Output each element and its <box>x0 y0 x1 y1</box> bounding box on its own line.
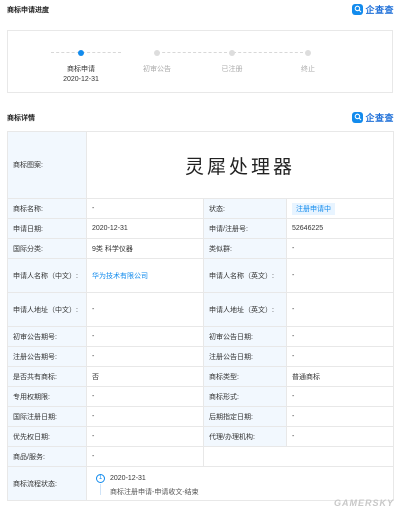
table-row: 申请日期: 2020-12-31 申请/注册号: 52646225 <box>7 218 395 239</box>
table-row: 优先权日期: - 代理/办理机构: - <box>7 426 395 447</box>
table-row: 初审公告期号: - 初审公告日期: - <box>7 326 395 347</box>
field-value: - <box>285 386 395 407</box>
field-value: 52646225 <box>285 218 395 239</box>
trademark-detail-table: 商标图案: 灵犀处理器 商标名称: - 状态: 注册申请中 申请日期: 2020… <box>7 131 395 501</box>
progress-connector <box>157 52 227 53</box>
field-value: - <box>285 346 395 367</box>
field-label: 商标流程状态: <box>7 466 87 501</box>
field-value: - <box>285 326 395 347</box>
table-row: 申请人名称（中文）: 华为技术有限公司 申请人名称（英文）: - <box>7 258 395 293</box>
flow-timeline: 1 2020-12-31 商标注册申请-申请收文-结束 <box>92 470 388 498</box>
detail-header: 商标详情 企查查 <box>0 108 400 126</box>
flow-line <box>100 483 101 495</box>
field-label: 国际注册日期: <box>7 406 87 427</box>
field-label: 申请人名称（英文）: <box>203 258 287 293</box>
field-value: - <box>285 406 395 427</box>
step-label: 已注册 <box>221 66 243 73</box>
step-dot <box>305 50 311 56</box>
flow-description: 商标注册申请-申请收文-结束 <box>110 488 199 496</box>
step-label: 初审公告 <box>143 66 171 73</box>
step-date: 2020-12-31 <box>63 76 99 83</box>
field-value: 普通商标 <box>285 366 395 387</box>
field-value: - <box>86 446 204 467</box>
applicant-link[interactable]: 华为技术有限公司 <box>86 258 204 293</box>
field-label: 申请人名称（中文）: <box>7 258 87 293</box>
field-label: 申请日期: <box>7 218 87 239</box>
field-label: 申请/注册号: <box>203 218 287 239</box>
progress-panel: 商标申请 2020-12-31 初审公告 已注册 终止 <box>7 30 393 93</box>
empty-cell <box>202 446 395 467</box>
field-value: 否 <box>86 366 204 387</box>
field-label: 代理/办理机构: <box>203 426 287 447</box>
field-value: - <box>285 238 395 259</box>
field-value: - <box>86 346 204 367</box>
field-label: 注册公告期号: <box>7 346 87 367</box>
qichacha-logo-icon <box>352 3 364 15</box>
field-value: - <box>86 326 204 347</box>
field-value: - <box>285 426 395 447</box>
field-label: 类似群: <box>203 238 287 259</box>
field-label: 商品/服务: <box>7 446 87 467</box>
trademark-image: 灵犀处理器 <box>185 155 296 178</box>
field-value: 9类 科学仪器 <box>86 238 204 259</box>
field-label: 是否共有商标: <box>7 366 87 387</box>
status-badge: 注册申请中 <box>292 202 335 215</box>
table-row: 国际注册日期: - 后期指定日期: - <box>7 406 395 427</box>
table-row: 注册公告期号: - 注册公告日期: - <box>7 346 395 367</box>
field-label: 初审公告期号: <box>7 326 87 347</box>
table-row: 商标流程状态: 1 2020-12-31 商标注册申请-申请收文-结束 <box>7 466 395 501</box>
step-dot <box>78 50 84 56</box>
step-label: 商标申请 <box>67 66 95 73</box>
step-dot <box>154 50 160 56</box>
flow-step-number: 1 <box>96 473 105 483</box>
table-row: 是否共有商标: 否 商标类型: 普通商标 <box>7 366 395 387</box>
detail-title: 商标详情 <box>7 115 35 122</box>
table-row: 国际分类: 9类 科学仪器 类似群: - <box>7 238 395 259</box>
field-value: - <box>86 198 204 219</box>
field-label: 后期指定日期: <box>203 406 287 427</box>
table-row: 专用权期限: - 商标形式: - <box>7 386 395 407</box>
mark-image-label: 商标图案: <box>7 131 87 199</box>
field-label: 商标类型: <box>203 366 287 387</box>
field-label: 商标形式: <box>203 386 287 407</box>
brand-name: 企查查 <box>365 112 394 123</box>
flow-date: 2020-12-31 <box>110 474 146 482</box>
qichacha-brand[interactable]: 企查查 <box>352 3 394 15</box>
field-label: 初审公告日期: <box>203 326 287 347</box>
qichacha-brand[interactable]: 企查查 <box>352 111 394 123</box>
field-value: 2020-12-31 <box>86 218 204 239</box>
flow-status-cell: 1 2020-12-31 商标注册申请-申请收文-结束 <box>85 466 395 501</box>
mark-image-cell: 灵犀处理器 <box>85 131 395 199</box>
field-value: - <box>86 292 204 327</box>
field-label: 优先权日期: <box>7 426 87 447</box>
field-label: 商标名称: <box>7 198 87 219</box>
brand-name: 企查查 <box>365 4 394 15</box>
field-label: 申请人地址（英文）: <box>203 292 287 327</box>
field-value: - <box>86 406 204 427</box>
step-dot <box>229 50 235 56</box>
field-label: 状态: <box>203 198 287 219</box>
field-label: 国际分类: <box>7 238 87 259</box>
field-value: - <box>86 426 204 447</box>
table-row: 商标图案: 灵犀处理器 <box>7 131 395 199</box>
field-value: - <box>285 292 395 327</box>
table-row: 商品/服务: - <box>7 446 395 467</box>
field-label: 申请人地址（中文）: <box>7 292 87 327</box>
qichacha-logo-icon <box>352 111 364 123</box>
progress-connector <box>51 52 121 53</box>
field-label: 注册公告日期: <box>203 346 287 367</box>
watermark: GAMERSKY <box>333 498 394 508</box>
field-value: - <box>285 258 395 293</box>
field-label: 专用权期限: <box>7 386 87 407</box>
table-row: 商标名称: - 状态: 注册申请中 <box>7 198 395 219</box>
progress-header: 商标申请进度 企查查 <box>0 0 400 18</box>
status-cell: 注册申请中 <box>285 198 395 219</box>
progress-connector <box>233 52 303 53</box>
table-row: 申请人地址（中文）: - 申请人地址（英文）: - <box>7 292 395 327</box>
field-value: - <box>86 386 204 407</box>
step-label: 终止 <box>301 66 315 73</box>
progress-title: 商标申请进度 <box>7 7 49 14</box>
